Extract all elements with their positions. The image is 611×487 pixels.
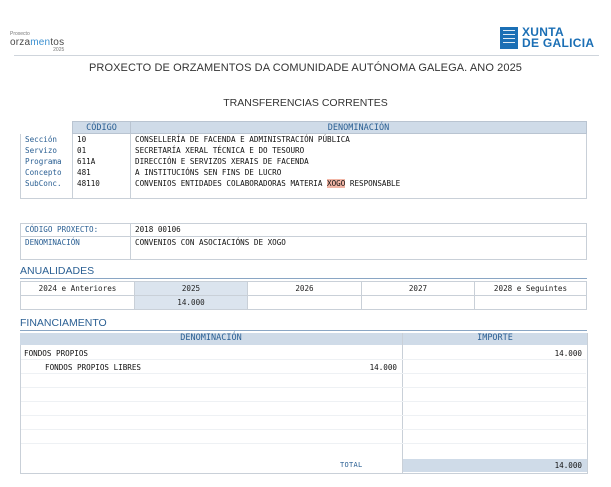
xunta-emblem-icon xyxy=(500,27,518,49)
xunta-line2: DE GALICIA xyxy=(522,36,595,50)
table-row: Concepto 481 A INSTITUCIÓNS SEN FINS DE … xyxy=(20,167,587,178)
header-name: DENOMINACIÓN xyxy=(130,121,587,134)
row-label: Servizo xyxy=(20,145,73,156)
logo-year: 2025 xyxy=(53,47,65,53)
row-label: Concepto xyxy=(20,167,73,178)
table-row: SubConc. 48110 CONVENIOS ENTIDADES COLAB… xyxy=(20,178,587,189)
financiamento-box xyxy=(20,333,588,474)
year-value: 14.000 xyxy=(134,295,248,310)
page-title: PROXECTO DE ORZAMENTOS DA COMUNIDADE AUT… xyxy=(88,62,523,74)
year-header: 2026 xyxy=(247,281,362,296)
year-value xyxy=(361,295,475,310)
financiamento-rule xyxy=(20,330,587,331)
row-name: CONSELLERÍA DE FACENDA E ADMINISTRACIÓN … xyxy=(130,133,587,145)
row-code: 48110 xyxy=(72,178,131,189)
row-label: Programa xyxy=(20,156,73,167)
header-code: CÓDIGO xyxy=(72,121,131,134)
fin-item-amount: 14.000 xyxy=(554,349,582,358)
highlighted-term: XOGO xyxy=(327,179,346,188)
financiamento-title: FINANCIAMENTO xyxy=(20,317,107,329)
year-header: 2028 e Seguintes xyxy=(474,281,587,296)
total-value: 14.000 xyxy=(554,461,582,470)
row-divider xyxy=(21,443,586,444)
project-name-row: DENOMINACIÓN CONVENIOS CON ASOCIACIÓNS D… xyxy=(20,236,587,260)
header-blank xyxy=(20,121,73,134)
project-name-label: DENOMINACIÓN xyxy=(20,236,131,260)
spacer-cell xyxy=(130,189,587,199)
anualidades-value-row: 14.000 xyxy=(20,295,587,310)
row-code: 611A xyxy=(72,156,131,167)
row-divider xyxy=(21,373,586,374)
row-divider xyxy=(21,415,586,416)
project-name-value: CONVENIOS CON ASOCIACIÓNS DE XOGO xyxy=(130,236,587,260)
table-row: Sección 10 CONSELLERÍA DE FACENDA E ADMI… xyxy=(20,133,587,145)
financiamento-header-name: DENOMINACIÓN xyxy=(20,333,402,345)
financiamento-header-amount: IMPORTE xyxy=(403,333,587,345)
classification-table: CÓDIGO DENOMINACIÓN Sección 10 CONSELLER… xyxy=(20,121,587,199)
header-divider xyxy=(14,55,599,56)
logo-brand-part: orza xyxy=(10,37,31,48)
row-code: 10 xyxy=(72,133,131,145)
row-code: 01 xyxy=(72,145,131,156)
total-label: TOTAL xyxy=(340,461,363,469)
anualidades-header-row: 2024 e Anteriores 2025 2026 2027 2028 e … xyxy=(20,281,587,296)
table-row: Programa 611A DIRECCIÓN E SERVIZOS XERAI… xyxy=(20,156,587,167)
year-value xyxy=(474,295,587,310)
classification-header: CÓDIGO DENOMINACIÓN xyxy=(20,121,587,134)
row-name-part: CONVENIOS ENTIDADES COLABORADORAS MATERI… xyxy=(135,179,328,188)
table-row: Servizo 01 SECRETARÍA XERAL TÉCNICA E DO… xyxy=(20,145,587,156)
anualidades-table: 2024 e Anteriores 2025 2026 2027 2028 e … xyxy=(20,281,587,310)
spacer-cell xyxy=(72,189,131,199)
year-value xyxy=(20,295,135,310)
project-code-label: CÓDIGO PROXECTO: xyxy=(20,223,131,237)
project-table: CÓDIGO PROXECTO: 2018 00106 DENOMINACIÓN… xyxy=(20,223,587,260)
xunta-logo: XUNTA DE GALICIA xyxy=(500,26,595,50)
logo-brand-accent: men xyxy=(30,37,51,48)
row-divider xyxy=(21,387,586,388)
fin-item-name: FONDOS PROPIOS xyxy=(24,349,89,358)
row-code: 481 xyxy=(72,167,131,178)
year-header: 2024 e Anteriores xyxy=(20,281,135,296)
orzamentos-logo: Proxecto orzamentos 2025 xyxy=(10,32,64,53)
year-header: 2025 xyxy=(134,281,248,296)
xunta-text: XUNTA DE GALICIA xyxy=(522,26,595,50)
anualidades-title: ANUALIDADES xyxy=(20,265,95,277)
section-title: TRANSFERENCIAS CORRENTES xyxy=(223,97,388,109)
spacer-cell xyxy=(20,189,73,199)
row-name: SECRETARÍA XERAL TÉCNICA E DO TESOURO xyxy=(130,145,587,156)
row-name: DIRECCIÓN E SERVIZOS XERAIS DE FACENDA xyxy=(130,156,587,167)
table-row-spacer xyxy=(20,189,587,199)
row-name-part: RESPONSABLE xyxy=(345,179,401,188)
row-label: SubConc. xyxy=(20,178,73,189)
fin-subitem-name: FONDOS PROPIOS LIBRES xyxy=(45,363,142,372)
row-divider xyxy=(21,401,586,402)
fin-subitem-amount: 14.000 xyxy=(369,363,397,372)
project-code-row: CÓDIGO PROXECTO: 2018 00106 xyxy=(20,223,587,237)
anualidades-rule xyxy=(20,278,587,279)
row-label: Sección xyxy=(20,133,73,145)
row-divider xyxy=(21,359,586,360)
financiamento-column-divider xyxy=(402,333,403,473)
row-name: CONVENIOS ENTIDADES COLABORADORAS MATERI… xyxy=(130,178,587,189)
year-header: 2027 xyxy=(361,281,475,296)
project-code-value: 2018 00106 xyxy=(130,223,587,237)
row-name: A INSTITUCIÓNS SEN FINS DE LUCRO xyxy=(130,167,587,178)
year-value xyxy=(247,295,362,310)
row-divider xyxy=(21,429,586,430)
